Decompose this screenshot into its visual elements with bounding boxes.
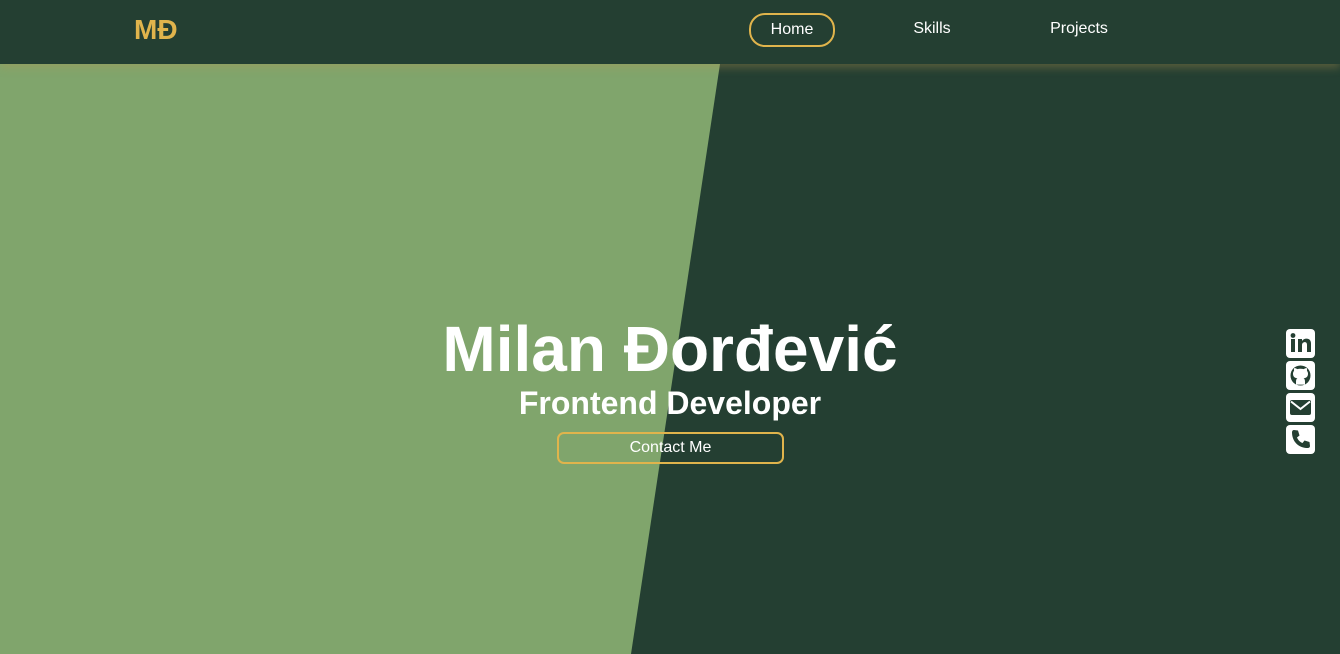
nav-skills-link[interactable]: Skills: [896, 14, 968, 44]
nav-projects-link[interactable]: Projects: [1038, 14, 1120, 44]
navbar: MĐ Home Skills Projects: [0, 0, 1340, 64]
linkedin-icon[interactable]: [1286, 329, 1315, 358]
nav-home-link[interactable]: Home: [749, 13, 835, 47]
logo[interactable]: MĐ: [134, 14, 178, 46]
phone-icon[interactable]: [1286, 425, 1315, 454]
hero-role: Frontend Developer: [518, 385, 822, 421]
github-icon[interactable]: [1286, 361, 1315, 390]
mail-icon[interactable]: [1286, 393, 1315, 422]
hero-name: Milan Đorđević: [442, 313, 898, 385]
contact-me-button[interactable]: Contact Me: [557, 432, 784, 464]
social-links: [1286, 329, 1316, 457]
